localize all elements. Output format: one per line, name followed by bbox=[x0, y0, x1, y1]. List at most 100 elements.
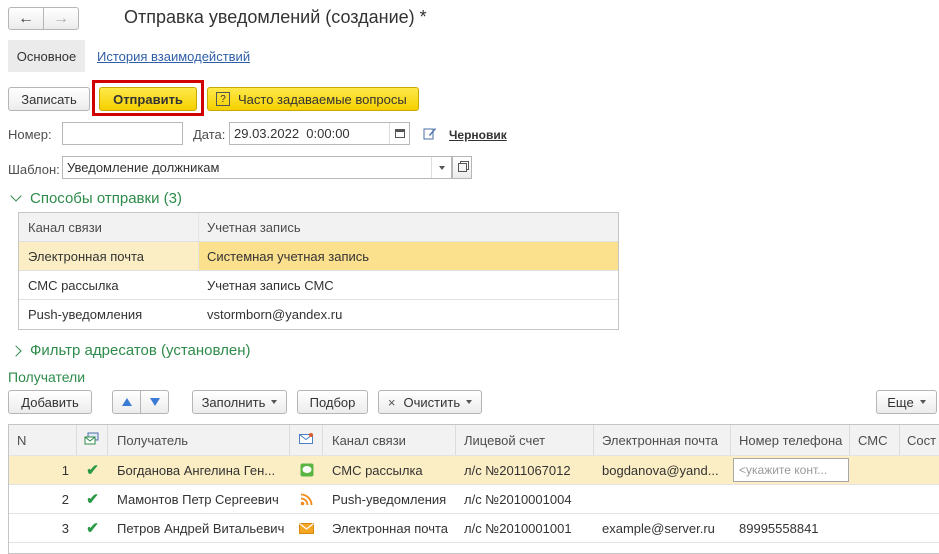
recipient-cell[interactable]: Мамонтов Петр Сергеевич bbox=[108, 485, 290, 513]
column-header-channel[interactable]: Канал связи bbox=[19, 213, 199, 241]
channel-cell[interactable]: СМС рассылка bbox=[19, 271, 199, 299]
table-header-row: N Получатель Канал связи Лицевой счет Эл… bbox=[9, 425, 939, 456]
more-button-label: Еще bbox=[887, 394, 914, 410]
date-field[interactable]: 29.03.2022 0:00:00 bbox=[229, 122, 410, 145]
template-dropdown-button[interactable] bbox=[431, 157, 451, 178]
tab-main-label: Основное bbox=[16, 48, 77, 64]
chevron-down-icon bbox=[919, 400, 926, 404]
question-icon: ? bbox=[216, 92, 230, 106]
email-icon bbox=[290, 514, 323, 542]
check-icon: ✔ bbox=[86, 491, 99, 508]
faq-button-label: Часто задаваемые вопросы bbox=[238, 91, 407, 107]
calendar-button[interactable] bbox=[389, 123, 409, 144]
date-value: 29.03.2022 0:00:00 bbox=[234, 126, 350, 141]
table-header-row: Канал связи Учетная запись bbox=[19, 213, 618, 242]
move-down-button[interactable] bbox=[140, 390, 169, 414]
envelope-stack-icon bbox=[84, 432, 100, 449]
back-button[interactable]: ← bbox=[8, 7, 44, 30]
chevron-down-icon bbox=[466, 400, 473, 404]
column-header-account[interactable]: Учетная запись bbox=[199, 213, 618, 241]
fill-button[interactable]: Заполнить bbox=[192, 390, 287, 414]
recipients-title: Получатели bbox=[8, 369, 86, 385]
channel-cell[interactable]: Электронная почта bbox=[19, 242, 199, 270]
table-row[interactable]: Push-уведомления vstormborn@yandex.ru bbox=[19, 300, 618, 329]
arrow-up-icon bbox=[121, 398, 132, 406]
faq-button[interactable]: ? Часто задаваемые вопросы bbox=[207, 87, 419, 111]
account-cell[interactable]: л/с №2010001001 bbox=[456, 514, 594, 542]
edit-icon[interactable] bbox=[423, 126, 437, 140]
move-up-button[interactable] bbox=[112, 390, 141, 414]
arrow-right-icon: → bbox=[53, 9, 69, 27]
account-cell[interactable]: л/с №2011067012 bbox=[456, 456, 594, 484]
phone-cell[interactable] bbox=[731, 485, 850, 513]
pick-button[interactable]: Подбор bbox=[297, 390, 368, 414]
column-header-status[interactable]: Сост bbox=[900, 425, 939, 455]
channels-section-title: Способы отправки (3) bbox=[30, 190, 182, 207]
template-label: Шаблон: bbox=[8, 162, 60, 177]
table-row[interactable]: 1 ✔ Богданова Ангелина Ген... СМС рассыл… bbox=[9, 456, 939, 485]
number-label: Номер: bbox=[8, 127, 52, 142]
phone-cell[interactable]: 89995558841 bbox=[731, 514, 850, 542]
recipients-table: N Получатель Канал связи Лицевой счет Эл… bbox=[8, 424, 939, 554]
email-cell[interactable]: example@server.ru bbox=[594, 514, 731, 542]
channel-cell[interactable]: СМС рассылка bbox=[323, 456, 456, 484]
forward-button[interactable]: → bbox=[43, 7, 79, 30]
column-header-email[interactable]: Электронная почта bbox=[594, 425, 731, 455]
column-header-n[interactable]: N bbox=[9, 425, 77, 455]
arrow-left-icon: ← bbox=[18, 9, 34, 27]
chevron-down-icon bbox=[271, 400, 278, 404]
channel-cell[interactable]: Push-уведомления bbox=[323, 485, 456, 513]
account-cell[interactable]: л/с №2010001004 bbox=[456, 485, 594, 513]
tab-main[interactable]: Основное bbox=[8, 40, 85, 72]
push-icon bbox=[290, 485, 323, 513]
phone-cell[interactable]: <укажите конт... bbox=[731, 456, 850, 484]
channels-section-header[interactable]: Способы отправки (3) bbox=[10, 190, 182, 207]
account-cell[interactable]: Системная учетная запись bbox=[199, 242, 618, 270]
sms-icon bbox=[290, 456, 323, 484]
open-window-icon bbox=[457, 163, 467, 172]
template-open-button[interactable] bbox=[452, 156, 472, 179]
account-cell[interactable]: Учетная запись СМС bbox=[199, 271, 618, 299]
column-header-recipient[interactable]: Получатель bbox=[108, 425, 290, 455]
column-header-account[interactable]: Лицевой счет bbox=[456, 425, 594, 455]
chevron-down-icon bbox=[10, 190, 22, 202]
tab-history[interactable]: История взаимодействий bbox=[97, 49, 250, 64]
email-cell[interactable]: bogdanova@yand... bbox=[594, 456, 731, 484]
send-button[interactable]: Отправить bbox=[99, 87, 197, 111]
table-row[interactable]: СМС рассылка Учетная запись СМС bbox=[19, 271, 618, 300]
chevron-down-icon bbox=[438, 165, 445, 170]
table-row[interactable]: Электронная почта Системная учетная запи… bbox=[19, 242, 618, 271]
table-row[interactable]: 2 ✔ Мамонтов Петр Сергеевич Push-уведомл… bbox=[9, 485, 939, 514]
channels-table: Канал связи Учетная запись Электронная п… bbox=[18, 212, 619, 330]
add-button[interactable]: Добавить bbox=[8, 390, 92, 414]
filter-section-title: Фильтр адресатов (установлен) bbox=[30, 342, 251, 359]
column-header-channel-icon[interactable] bbox=[290, 425, 323, 455]
email-cell[interactable] bbox=[594, 485, 731, 513]
template-value: Уведомление должникам bbox=[67, 160, 220, 175]
account-cell[interactable]: vstormborn@yandex.ru bbox=[199, 300, 618, 329]
column-header-phone[interactable]: Номер телефона bbox=[731, 425, 850, 455]
status-draft-link[interactable]: Черновик bbox=[449, 128, 507, 142]
phone-input[interactable]: <укажите конт... bbox=[733, 458, 849, 482]
channel-cell[interactable]: Push-уведомления bbox=[19, 300, 199, 329]
clear-button[interactable]: × Очистить bbox=[378, 390, 482, 414]
date-label: Дата: bbox=[193, 127, 226, 142]
column-header-status-icon[interactable] bbox=[77, 425, 108, 455]
template-field[interactable]: Уведомление должникам bbox=[62, 156, 452, 179]
column-header-sms[interactable]: СМС bbox=[850, 425, 900, 455]
more-button[interactable]: Еще bbox=[876, 390, 937, 414]
recipient-cell[interactable]: Богданова Ангелина Ген... bbox=[108, 456, 290, 484]
column-header-channel[interactable]: Канал связи bbox=[323, 425, 456, 455]
clear-button-label: Очистить bbox=[403, 394, 461, 410]
envelope-icon bbox=[298, 432, 314, 448]
number-field[interactable] bbox=[62, 122, 183, 145]
row-number: 2 bbox=[61, 491, 69, 507]
recipient-cell[interactable]: Петров Андрей Витальевич bbox=[108, 514, 290, 542]
save-button[interactable]: Записать bbox=[8, 87, 90, 111]
channel-cell[interactable]: Электронная почта bbox=[323, 514, 456, 542]
row-number: 3 bbox=[61, 520, 69, 536]
filter-section-header[interactable]: Фильтр адресатов (установлен) bbox=[10, 342, 251, 359]
table-row[interactable]: 3 ✔ Петров Андрей Витальевич Электронная… bbox=[9, 514, 939, 543]
check-icon: ✔ bbox=[86, 520, 99, 537]
close-icon: × bbox=[387, 394, 396, 410]
